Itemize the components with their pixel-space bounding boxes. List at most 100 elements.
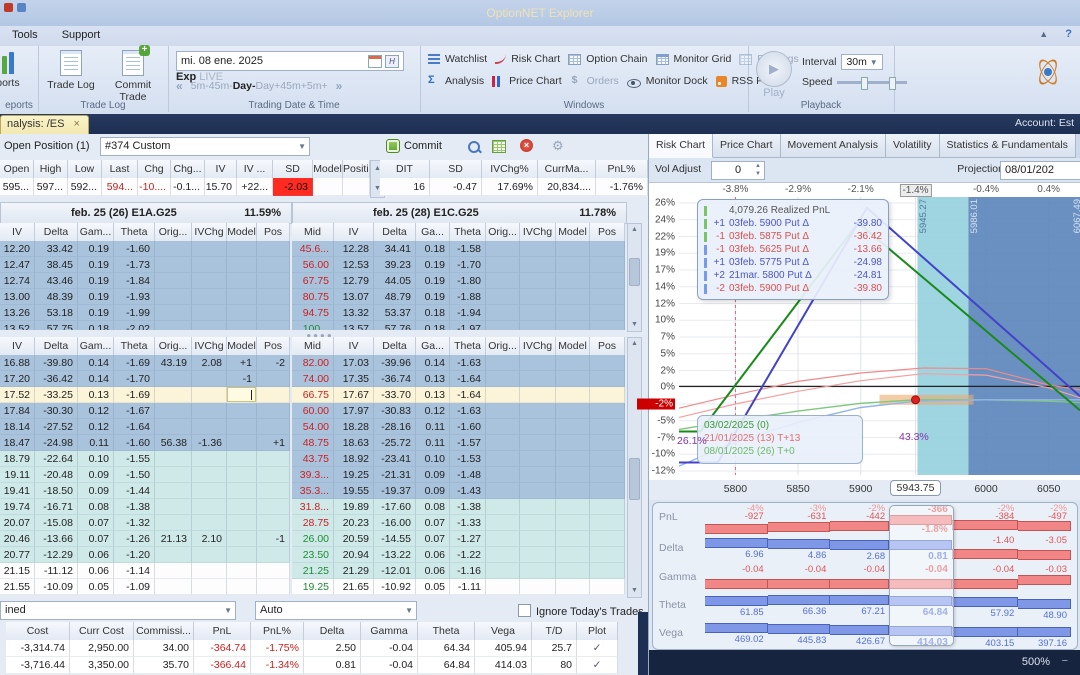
expiration-header-left[interactable]: feb. 25 (26) E1A.G25 11.59% — [0, 202, 292, 224]
vol-adjust-input[interactable]: 0 ▲ ▼ — [711, 161, 765, 180]
auto-select[interactable]: Auto ▼ — [255, 601, 417, 620]
option-row[interactable]: 13.26 53.18 0.19 -1.99 — [0, 305, 290, 321]
option-row[interactable]: 18.79 -22.64 0.10 -1.55 — [0, 451, 290, 467]
reports-button[interactable]: eports — [0, 50, 36, 89]
time-step-button[interactable]: 5m- — [191, 80, 209, 92]
option-row[interactable]: 31.8... 19.89 -17.60 0.08 -1.38 — [292, 499, 625, 515]
option-row[interactable]: 19.11 -20.48 0.09 -1.50 — [0, 467, 290, 483]
column-header[interactable]: Orig... — [155, 223, 192, 242]
column-header[interactable]: Theta — [114, 223, 155, 242]
column-header[interactable]: IV — [334, 337, 374, 356]
tab-close-icon[interactable]: × — [74, 118, 80, 130]
column-header[interactable]: SD — [430, 160, 482, 179]
option-row[interactable]: 26.00 20.59 -14.55 0.07 -1.27 — [292, 531, 625, 547]
step-forward-icon[interactable]: » — [336, 79, 343, 93]
column-header[interactable]: Model — [556, 223, 590, 242]
column-header[interactable]: Commissi... — [134, 622, 194, 641]
option-row[interactable]: 13.00 48.39 0.19 -1.93 — [0, 289, 290, 305]
column-header[interactable]: Chg... — [171, 160, 205, 179]
column-header[interactable]: SD — [273, 160, 313, 179]
time-step-button[interactable]: 45m- — [209, 80, 233, 92]
column-header[interactable]: IV ... — [237, 160, 273, 179]
table-row[interactable]: 16 -0.47 17.69% 20,834.... -1.76% — [380, 178, 648, 196]
ignore-trades-checkbox[interactable]: Ignore Today's Trades — [518, 604, 644, 618]
interval-select[interactable]: 30m ▼ — [841, 54, 883, 70]
column-header[interactable]: Model — [556, 337, 590, 356]
column-header[interactable]: IV — [0, 337, 35, 356]
option-row[interactable]: 43.75 18.92 -23.41 0.10 -1.53 — [292, 451, 625, 467]
option-row[interactable]: 23.50 20.94 -13.22 0.06 -1.22 — [292, 547, 625, 563]
menu-item[interactable]: Support — [50, 26, 113, 44]
step-back-icon[interactable]: « — [176, 79, 183, 93]
history-icon[interactable]: H — [385, 54, 399, 68]
column-header[interactable]: Pos — [257, 337, 290, 356]
column-header[interactable]: Chg — [138, 160, 171, 179]
option-row[interactable]: 54.00 18.28 -28.16 0.11 -1.60 — [292, 419, 625, 435]
option-row[interactable]: 60.00 17.97 -30.83 0.12 -1.63 — [292, 403, 625, 419]
window-toggle-button[interactable]: Option Chain — [564, 50, 651, 68]
time-step-button[interactable]: 45m+ — [280, 80, 307, 92]
column-header[interactable]: Theta — [450, 337, 486, 356]
column-header[interactable]: Delta — [35, 337, 78, 356]
column-header[interactable]: Model — [227, 223, 257, 242]
option-row[interactable]: 20.77 -12.29 0.06 -1.20 — [0, 547, 290, 563]
option-row[interactable]: 12.20 33.42 0.19 -1.60 — [0, 241, 290, 257]
column-header[interactable]: Last — [102, 160, 138, 179]
speed-slider-handle[interactable] — [861, 76, 869, 90]
column-header[interactable]: Ga... — [416, 337, 450, 356]
play-button[interactable]: ▶ — [756, 51, 792, 87]
column-header[interactable]: T/D — [532, 622, 577, 641]
column-header[interactable]: Positi... — [343, 160, 370, 179]
option-row[interactable]: 21.15 -11.12 0.06 -1.14 — [0, 563, 290, 579]
option-row[interactable]: 21.55 -10.09 0.05 -1.09 — [0, 579, 290, 595]
projection-date-field[interactable]: 08/01/202 — [1000, 161, 1080, 180]
column-header[interactable]: Model — [227, 337, 257, 356]
option-row[interactable]: 20.46 -13.66 0.07 -1.26 21.13 2.10 -1 — [0, 531, 290, 547]
commit-button[interactable]: Commit — [380, 137, 448, 155]
checkbox-icon[interactable] — [518, 604, 531, 617]
option-row[interactable]: 17.84 -30.30 0.12 -1.67 — [0, 403, 290, 419]
option-row[interactable]: 18.14 -27.52 0.12 -1.64 — [0, 419, 290, 435]
option-row[interactable]: 66.75 17.67 -33.70 0.13 -1.64 — [292, 387, 625, 403]
column-header[interactable]: DIT — [380, 160, 430, 179]
column-header[interactable]: IVChg — [192, 337, 227, 356]
column-header[interactable]: Delta — [374, 223, 416, 242]
search-icon[interactable] — [468, 141, 480, 153]
window-toggle-button[interactable]: Orders — [566, 72, 623, 90]
window-toggle-button[interactable]: Analysis — [424, 72, 488, 90]
option-row[interactable]: 39.3... 19.25 -21.31 0.09 -1.48 — [292, 467, 625, 483]
option-row[interactable]: 13.52 57.75 0.18 -2.02 — [0, 321, 290, 330]
column-header[interactable]: PnL% — [596, 160, 648, 179]
column-header[interactable]: IVChg — [192, 223, 227, 242]
column-header[interactable]: Mid — [292, 223, 334, 242]
window-toggle-button[interactable]: Price Chart — [488, 72, 566, 90]
column-header[interactable]: Plot — [577, 622, 618, 641]
strategy-select[interactable]: #374 Custom ▼ — [100, 137, 310, 156]
column-header[interactable]: Pos — [590, 223, 625, 242]
settings-gear-icon[interactable]: ⚙ — [552, 138, 564, 154]
option-row[interactable]: 100... 13.57 57.76 0.18 -1.97 — [292, 321, 625, 330]
speed-slider-handle2[interactable] — [889, 76, 897, 90]
option-row[interactable]: 16.88 -39.80 0.14 -1.69 43.19 2.08 +1 -2 — [0, 355, 290, 371]
risk-panel-tab[interactable]: Movement Analysis — [780, 134, 886, 158]
combined-select[interactable]: ined ▼ — [0, 601, 236, 620]
window-toggle-button[interactable]: Watchlist — [424, 50, 491, 68]
option-row[interactable]: 28.75 20.23 -16.00 0.07 -1.33 — [292, 515, 625, 531]
option-row[interactable]: 74.00 17.35 -36.74 0.13 -1.64 — [292, 371, 625, 387]
column-header[interactable]: Theta — [418, 622, 475, 641]
window-toggle-button[interactable]: Monitor Grid — [652, 50, 736, 68]
option-row[interactable]: 18.47 -24.98 0.11 -1.60 56.38 -1.36 +1 — [0, 435, 290, 451]
column-header[interactable]: Delta — [374, 337, 416, 356]
time-step-button[interactable]: Day- — [233, 80, 256, 92]
option-row[interactable]: 82.00 17.03 -39.96 0.14 -1.63 — [292, 355, 625, 371]
column-header[interactable]: Delta — [304, 622, 361, 641]
option-row[interactable]: 19.25 21.65 -10.92 0.05 -1.11 — [292, 579, 625, 595]
column-header[interactable]: Theta — [450, 223, 486, 242]
column-header[interactable]: Open — [0, 160, 34, 179]
close-position-icon[interactable]: × — [520, 139, 533, 152]
commit-trade-button[interactable]: Commit Trade — [102, 45, 164, 103]
risk-panel-tab[interactable]: Statistics & Fundamentals — [939, 134, 1076, 158]
column-header[interactable]: Pos — [257, 223, 290, 242]
column-header[interactable]: Orig... — [486, 337, 520, 356]
option-row[interactable]: 35.3... 19.55 -19.37 0.09 -1.43 — [292, 483, 625, 499]
